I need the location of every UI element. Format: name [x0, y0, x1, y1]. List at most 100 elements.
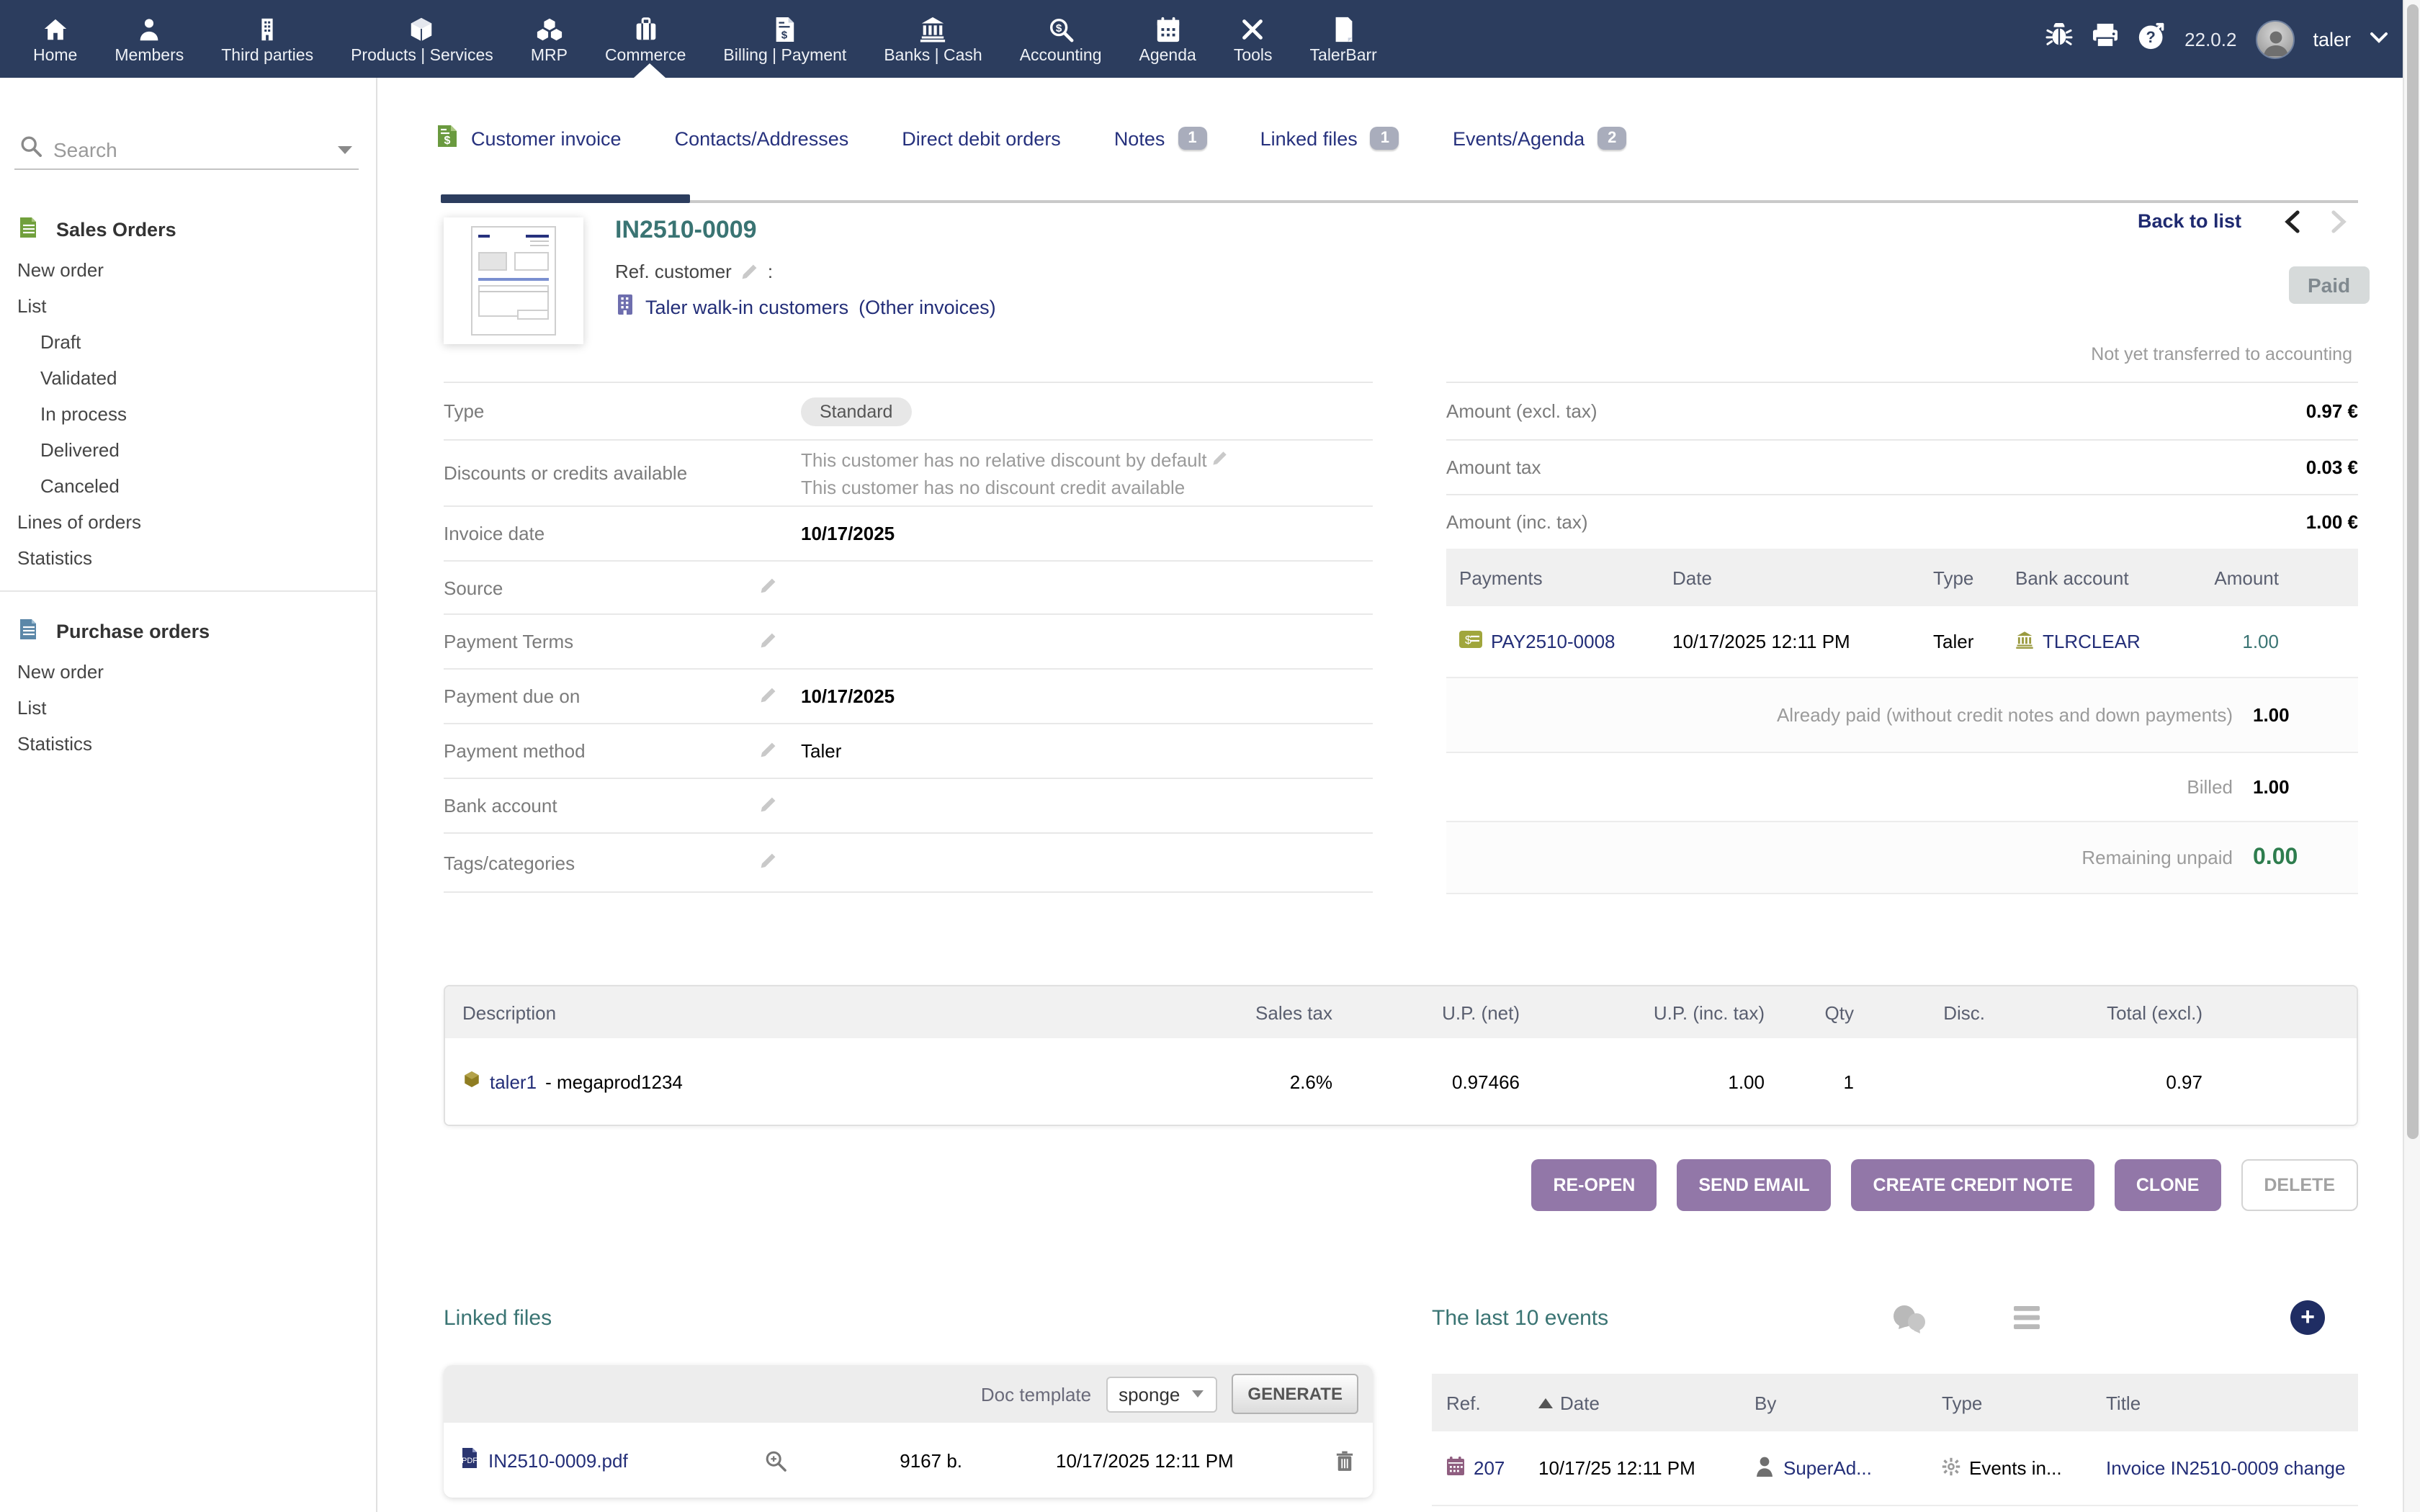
active-menu-pointer — [634, 63, 666, 78]
bank-account-link[interactable]: TLRCLEAR — [2043, 631, 2141, 652]
user-avatar[interactable] — [2255, 19, 2294, 58]
app-window: Home Members Third parties Products | Se… — [0, 0, 2420, 1512]
nav-third-parties[interactable]: Third parties — [202, 0, 332, 78]
tab-customer-invoice[interactable]: $ Customer invoice — [436, 124, 622, 153]
bank-account-icon — [2015, 630, 2034, 653]
next-record-chevron-icon[interactable] — [2331, 210, 2348, 240]
nav-accounting[interactable]: $ Accounting — [1001, 0, 1121, 78]
user-menu-chevron-icon[interactable] — [2370, 26, 2388, 52]
sidebar-item-list[interactable]: List — [0, 288, 376, 324]
amount-excl-value: 0.97 € — [2306, 400, 2358, 422]
nav-products-services[interactable]: Products | Services — [332, 0, 512, 78]
sidebar-item-po-list[interactable]: List — [0, 690, 376, 726]
sidebar-item-po-new-order[interactable]: New order — [0, 654, 376, 690]
generate-button[interactable]: GENERATE — [1232, 1374, 1358, 1414]
edit-discount-icon[interactable] — [1212, 449, 1229, 466]
detail-row-bank-account: Bank account — [444, 778, 1373, 832]
back-to-list-link[interactable]: Back to list — [2138, 210, 2241, 232]
invoice-date-value: 10/17/2025 — [801, 523, 895, 544]
already-paid-row: Already paid (without credit notes and d… — [1446, 678, 2358, 753]
bug-report-icon[interactable] — [2045, 23, 2072, 55]
sidebar-item-delivered[interactable]: Delivered — [0, 432, 376, 468]
sidebar-item-draft[interactable]: Draft — [0, 324, 376, 360]
search-dropdown-caret-icon[interactable] — [337, 136, 353, 162]
payment-ref-link[interactable]: PAY2510-0008 — [1491, 631, 1615, 652]
sidebar-item-lines-of-orders[interactable]: Lines of orders — [0, 504, 376, 540]
nav-tools[interactable]: Tools — [1215, 0, 1291, 78]
sidebar-item-po-statistics[interactable]: Statistics — [0, 726, 376, 762]
other-invoices-link[interactable]: (Other invoices) — [859, 296, 996, 318]
edit-bank-account-icon[interactable] — [759, 794, 778, 813]
customer-invoice-icon: $ — [436, 124, 458, 153]
sales-orders-icon — [17, 216, 40, 243]
payment-row: $ PAY2510-0008 10/17/2025 12:11 PM Taler… — [1446, 606, 2358, 678]
edit-source-icon[interactable] — [759, 576, 778, 595]
top-navbar: Home Members Third parties Products | Se… — [0, 0, 2420, 78]
ref-customer-row: Ref. customer : — [615, 261, 773, 282]
events-table: Ref. Date By Type Title 207 10/17/25 12:… — [1432, 1374, 2358, 1512]
customer-link-row: Taler walk-in customers (Other invoices) — [615, 294, 996, 320]
thumbnail-page — [471, 226, 556, 336]
event-user-link[interactable]: SuperAd... — [1783, 1457, 1872, 1479]
product-cube-icon — [462, 1070, 481, 1093]
sort-ascending-icon[interactable] — [1538, 1398, 1553, 1408]
doc-template-select[interactable]: sponge — [1106, 1376, 1217, 1412]
sidebar-item-canceled[interactable]: Canceled — [0, 468, 376, 504]
file-date: 10/17/2025 12:11 PM — [962, 1449, 1315, 1471]
sidebar-item-validated[interactable]: Validated — [0, 360, 376, 396]
file-icon — [1332, 14, 1355, 42]
nav-home[interactable]: Home — [14, 0, 96, 78]
payment-amount: 1.00 — [2195, 631, 2358, 652]
nav-billing-payment[interactable]: $ Billing | Payment — [704, 0, 865, 78]
delete-file-icon[interactable] — [1315, 1449, 1373, 1471]
tab-linked-files[interactable]: Linked files 1 — [1260, 127, 1399, 150]
clone-button[interactable]: CLONE — [2115, 1159, 2221, 1211]
sidebar-item-in-process[interactable]: In process — [0, 396, 376, 432]
cubes-icon — [535, 14, 563, 42]
detail-row-invoice-date: Invoice date 10/17/2025 — [444, 505, 1373, 560]
customer-link[interactable]: Taler walk-in customers — [645, 296, 848, 318]
edit-ref-customer-icon[interactable] — [740, 262, 759, 281]
list-view-icon[interactable] — [2011, 1303, 2043, 1339]
search-input[interactable] — [53, 138, 326, 161]
edit-payment-terms-icon[interactable] — [759, 630, 778, 649]
help-icon[interactable]: ? — [2137, 21, 2166, 57]
sidebar-search[interactable] — [14, 130, 359, 170]
edit-tags-icon[interactable] — [759, 851, 778, 870]
create-credit-note-button[interactable]: CREATE CREDIT NOTE — [1852, 1159, 2094, 1211]
previous-record-chevron-icon[interactable] — [2283, 210, 2300, 240]
linked-file-link[interactable]: IN2510-0009.pdf — [488, 1449, 628, 1471]
nav-talerbarr[interactable]: TalerBarr — [1291, 0, 1396, 78]
send-email-button[interactable]: SEND EMAIL — [1677, 1159, 1831, 1211]
tab-direct-debit-orders[interactable]: Direct debit orders — [902, 127, 1061, 149]
amounts-panel: Amount (excl. tax) 0.97 € Amount tax 0.0… — [1446, 382, 2358, 894]
tab-bar: $ Customer invoice Contacts/Addresses Di… — [436, 124, 1626, 153]
nav-agenda[interactable]: Agenda — [1121, 0, 1215, 78]
svg-text:$: $ — [444, 135, 451, 147]
tab-contacts-addresses[interactable]: Contacts/Addresses — [675, 127, 849, 149]
event-title-link[interactable]: Invoice IN2510-0009 change — [2106, 1457, 2345, 1479]
print-icon[interactable] — [2091, 23, 2118, 55]
sidebar-item-statistics[interactable]: Statistics — [0, 540, 376, 576]
nav-members[interactable]: Members — [96, 0, 202, 78]
already-paid-value: 1.00 — [2253, 704, 2358, 726]
delete-button[interactable]: DELETE — [2241, 1159, 2358, 1211]
nav-mrp[interactable]: MRP — [512, 0, 586, 78]
amount-incl-value: 1.00 € — [2306, 511, 2358, 533]
version-label: 22.0.2 — [2184, 28, 2236, 50]
event-ref-link[interactable]: 207 — [1474, 1457, 1505, 1479]
svg-text:$: $ — [1056, 22, 1062, 34]
discussion-icon[interactable] — [1890, 1303, 1927, 1345]
scrollbar-thumb[interactable] — [2407, 4, 2419, 1139]
invoice-pdf-thumbnail[interactable] — [444, 217, 583, 344]
preview-file-icon[interactable] — [732, 1449, 818, 1471]
nav-banks-cash[interactable]: Banks | Cash — [865, 0, 1000, 78]
tab-notes[interactable]: Notes 1 — [1114, 127, 1207, 150]
add-event-button[interactable]: + — [2290, 1300, 2325, 1335]
reopen-button[interactable]: RE-OPEN — [1531, 1159, 1657, 1211]
sidebar-item-new-order[interactable]: New order — [0, 252, 376, 288]
product-link[interactable]: taler1 — [490, 1071, 537, 1092]
tab-events-agenda[interactable]: Events/Agenda 2 — [1453, 127, 1626, 150]
edit-payment-due-icon[interactable] — [759, 685, 778, 703]
edit-payment-method-icon[interactable] — [759, 739, 778, 758]
